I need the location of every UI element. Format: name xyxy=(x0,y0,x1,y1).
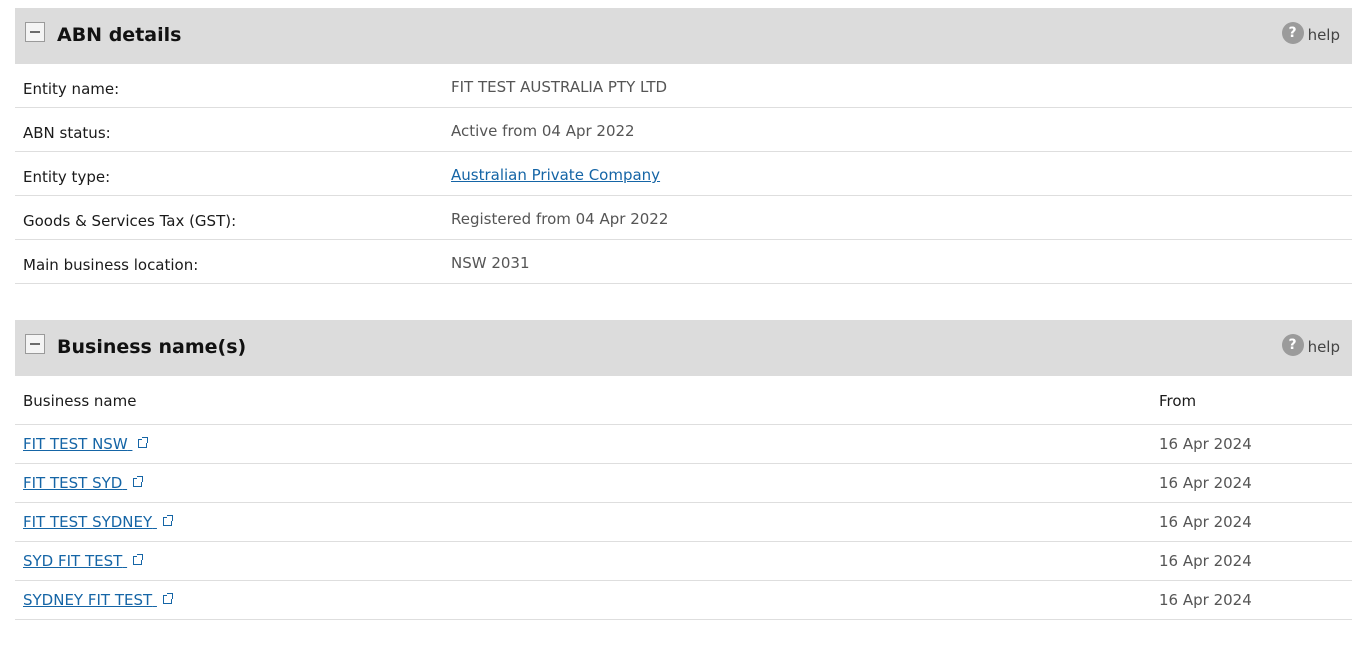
entity-type-label: Entity type: xyxy=(23,168,111,186)
minus-icon xyxy=(30,31,40,33)
business-names-title: Business name(s) xyxy=(57,336,247,358)
question-circle-icon: ? xyxy=(1281,334,1304,356)
entity-name-row: Entity name: FIT TEST AUSTRALIA PTY LTD xyxy=(15,64,1352,108)
business-name-text: FIT TEST SYDNEY xyxy=(23,513,153,531)
entity-type-value: Australian Private Company xyxy=(451,166,660,184)
business-name-link[interactable]: FIT TEST SYD xyxy=(23,474,127,492)
help-label: help xyxy=(1307,26,1340,44)
entity-name-value: FIT TEST AUSTRALIA PTY LTD xyxy=(451,78,668,96)
business-name-column-header: Business name xyxy=(23,392,137,410)
abn-details-help-link[interactable]: ? help xyxy=(1281,22,1340,44)
table-row: SYD FIT TEST 16 Apr 2024 xyxy=(15,542,1352,581)
business-name-text: FIT TEST SYD xyxy=(23,474,123,492)
from-date: 16 Apr 2024 xyxy=(1159,591,1252,609)
question-circle-icon: ? xyxy=(1281,22,1304,44)
table-row: SYDNEY FIT TEST 16 Apr 2024 xyxy=(15,581,1352,620)
from-date: 16 Apr 2024 xyxy=(1159,552,1252,570)
external-link-icon xyxy=(162,593,173,604)
external-link-icon xyxy=(138,437,149,448)
business-name-link[interactable]: FIT TEST NSW xyxy=(23,435,132,453)
business-names-help-link[interactable]: ? help xyxy=(1281,334,1340,356)
from-column-header: From xyxy=(1159,392,1197,410)
business-names-table-header: Business name From xyxy=(15,376,1352,425)
collapse-business-names-button[interactable] xyxy=(25,334,45,354)
from-date: 16 Apr 2024 xyxy=(1159,513,1252,531)
entity-type-row: Entity type: Australian Private Company xyxy=(15,152,1352,196)
entity-name-label: Entity name: xyxy=(23,80,120,98)
entity-type-link[interactable]: Australian Private Company xyxy=(451,166,660,184)
business-name-link[interactable]: FIT TEST SYDNEY xyxy=(23,513,157,531)
from-date: 16 Apr 2024 xyxy=(1159,474,1252,492)
from-date: 16 Apr 2024 xyxy=(1159,435,1252,453)
main-business-location-row: Main business location: NSW 2031 xyxy=(15,240,1352,284)
collapse-abn-details-button[interactable] xyxy=(25,22,45,42)
business-name-text: FIT TEST NSW xyxy=(23,435,128,453)
minus-icon xyxy=(30,343,40,345)
main-business-location-label: Main business location: xyxy=(23,256,199,274)
gst-label: Goods & Services Tax (GST): xyxy=(23,212,237,230)
business-name-text: SYDNEY FIT TEST xyxy=(23,591,153,609)
abn-status-value: Active from 04 Apr 2022 xyxy=(451,122,635,140)
abn-status-label: ABN status: xyxy=(23,124,111,142)
help-label: help xyxy=(1307,338,1340,356)
abn-status-row: ABN status: Active from 04 Apr 2022 xyxy=(15,108,1352,152)
business-names-header: Business name(s) ? help xyxy=(15,320,1352,376)
external-link-icon xyxy=(133,476,144,487)
external-link-icon xyxy=(162,515,173,526)
abn-details-header: ABN details ? help xyxy=(15,8,1352,64)
business-names-section: Business name(s) ? help Business name Fr… xyxy=(15,320,1352,620)
abn-details-title: ABN details xyxy=(57,24,182,46)
business-name-link[interactable]: SYD FIT TEST xyxy=(23,552,127,570)
gst-row: Goods & Services Tax (GST): Registered f… xyxy=(15,196,1352,240)
table-row: FIT TEST NSW 16 Apr 2024 xyxy=(15,425,1352,464)
table-row: FIT TEST SYDNEY 16 Apr 2024 xyxy=(15,503,1352,542)
gst-value: Registered from 04 Apr 2022 xyxy=(451,210,669,228)
abn-details-section: ABN details ? help Entity name: FIT TEST… xyxy=(15,8,1352,284)
business-name-text: SYD FIT TEST xyxy=(23,552,123,570)
main-business-location-value: NSW 2031 xyxy=(451,254,530,272)
external-link-icon xyxy=(133,554,144,565)
table-row: FIT TEST SYD 16 Apr 2024 xyxy=(15,464,1352,503)
business-name-link[interactable]: SYDNEY FIT TEST xyxy=(23,591,157,609)
